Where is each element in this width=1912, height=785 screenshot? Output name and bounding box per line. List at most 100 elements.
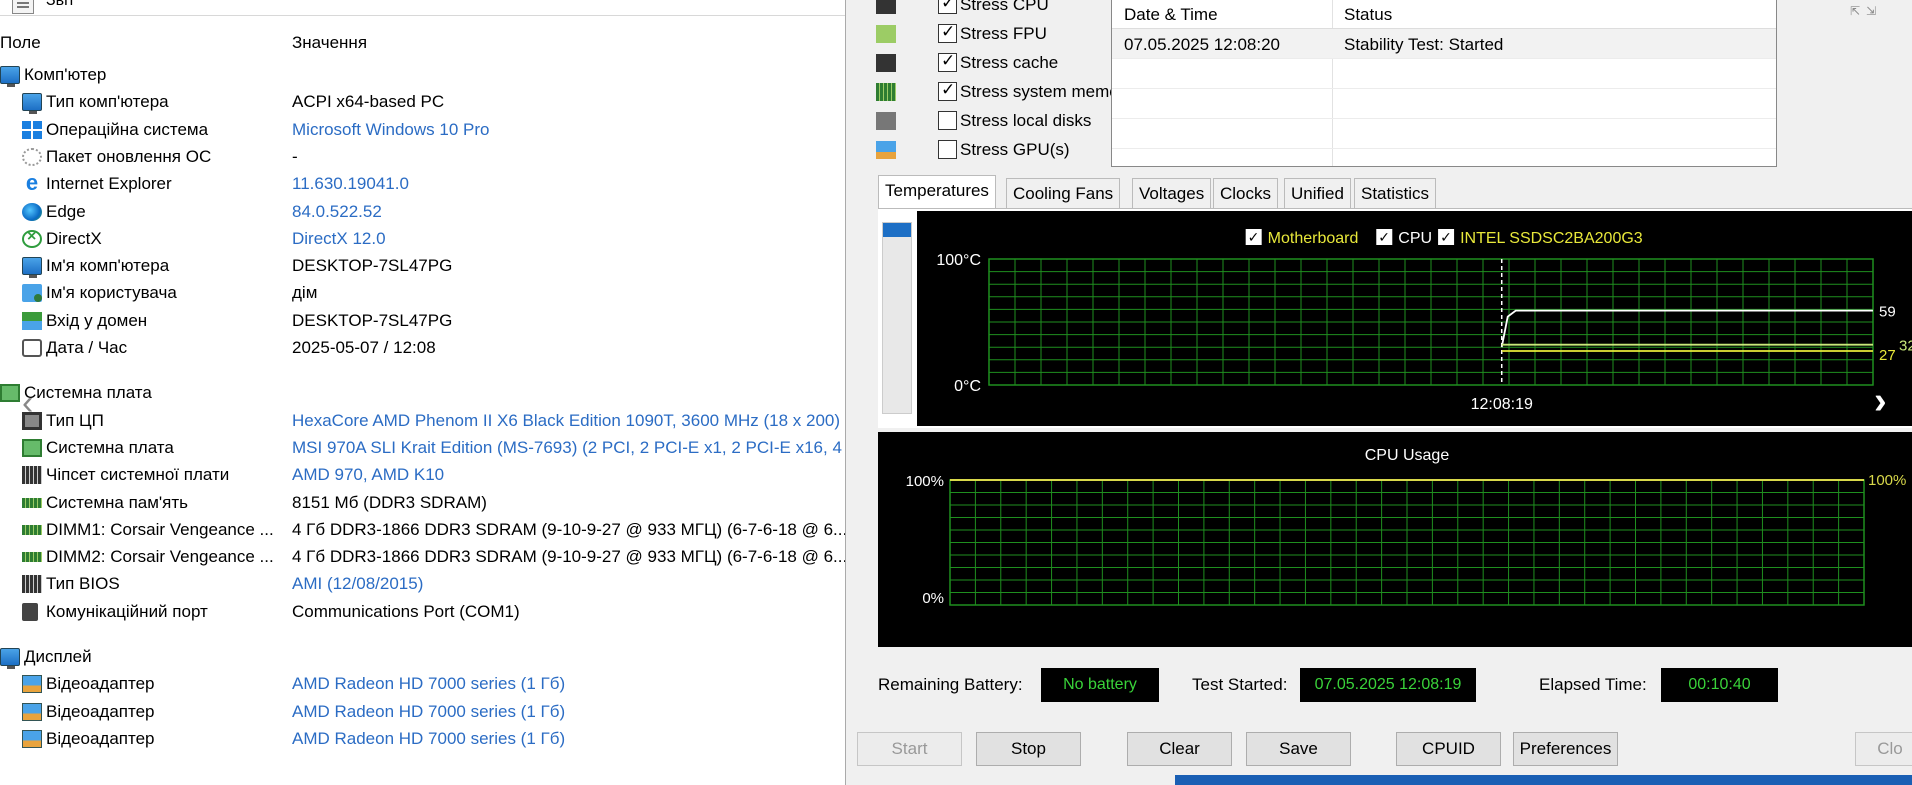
- stress-checkbox[interactable]: [938, 0, 957, 14]
- item-value[interactable]: AMD 970, AMD K10: [292, 465, 444, 485]
- tab-unified[interactable]: Unified: [1284, 178, 1351, 208]
- tree-item[interactable]: Edge 84.0.522.52: [0, 199, 845, 226]
- chart-title: CPU Usage: [1365, 447, 1450, 464]
- tab-voltages[interactable]: Voltages: [1132, 178, 1212, 208]
- taskbar-strip: [1175, 775, 1912, 785]
- report-toolbar-label[interactable]: Звіт: [46, 0, 75, 10]
- tree-item[interactable]: Системна пам'ять 8151 Мб (DDR3 SDRAM): [0, 490, 845, 517]
- stress-checkbox[interactable]: [938, 51, 957, 72]
- tree-item[interactable]: Відеоадаптер AMD Radeon HD 7000 series (1…: [0, 699, 845, 726]
- internet-explorer-icon: e: [25, 170, 39, 196]
- tree-item[interactable]: Вхід у домен DESKTOP-7SL47PG: [0, 308, 845, 335]
- log-datetime: 07.05.2025 12:08:20: [1124, 35, 1280, 54]
- column-header-field[interactable]: Поле: [0, 33, 41, 53]
- item-value: 8151 Мб (DDR3 SDRAM): [292, 492, 487, 512]
- tree-item[interactable]: Ім'я комп'ютера DESKTOP-7SL47PG: [0, 253, 845, 280]
- item-label: Системна плата: [46, 437, 174, 457]
- stop-button[interactable]: Stop: [976, 732, 1081, 766]
- preferences-button[interactable]: Preferences: [1513, 732, 1618, 766]
- temperature-chart: 100°C 0°C 12:08:19 ✓ Motherboard ✓ CPU ✓ INTEL S…: [917, 211, 1912, 426]
- monitor-icon: [0, 648, 20, 669]
- item-value[interactable]: AMD Radeon HD 7000 series (1 Гб): [292, 702, 565, 722]
- item-label: Тип ЦП: [46, 410, 104, 430]
- windows-icon: [22, 120, 42, 139]
- monitor-icon: [22, 257, 42, 279]
- save-button[interactable]: Save: [1246, 732, 1351, 766]
- log-col-status[interactable]: Status: [1344, 5, 1392, 25]
- item-value[interactable]: AMD Radeon HD 7000 series (1 Гб): [292, 674, 565, 694]
- motherboard-icon: [0, 384, 20, 403]
- stress-checkbox[interactable]: [938, 140, 957, 159]
- cpu-usage-chart-svg: CPU Usage 100% 0% 100%: [906, 447, 1907, 607]
- cache-icon: [876, 54, 896, 72]
- stress-option: Stress system memory: [876, 79, 1136, 105]
- tree-item[interactable]: Тип комп'ютера ACPI x64-based PC: [0, 89, 845, 116]
- tree-item[interactable]: Дата / Час 2025-05-07 / 12:08: [0, 335, 845, 362]
- chipset-icon: [22, 575, 42, 594]
- memory-icon: [22, 552, 42, 563]
- tree-item[interactable]: DirectX DirectX 12.0: [0, 226, 845, 253]
- item-value[interactable]: DirectX 12.0: [292, 229, 386, 249]
- log-col-datetime[interactable]: Date & Time: [1124, 5, 1218, 25]
- directx-icon: [22, 228, 42, 248]
- x-marker-label: 12:08:19: [1471, 396, 1533, 413]
- tree-item[interactable]: Системна плата MSI 970A SLI Krait Edition…: [0, 435, 845, 462]
- tab-clocks[interactable]: Clocks: [1213, 178, 1279, 208]
- log-row[interactable]: 07.05.2025 12:08:20 Stability Test: Star…: [1112, 29, 1776, 59]
- item-value[interactable]: 11.630.19041.0: [292, 174, 409, 194]
- tab-cooling-fans[interactable]: Cooling Fans: [1006, 178, 1121, 208]
- tree-item[interactable]: Тип BIOS AMI (12/08/2015): [0, 571, 845, 598]
- tree-item[interactable]: Чіпсет системної плати AMD 970, AMD K10: [0, 462, 845, 489]
- chevron-right-icon[interactable]: ›: [1874, 380, 1887, 423]
- tree-item[interactable]: DIMM2: Corsair Vengeance ... 4 Гб DDR3-18…: [0, 544, 845, 571]
- tree-item[interactable]: Тип ЦП HexaCore AMD Phenom II X6 Black Ed…: [0, 408, 845, 435]
- tree-category[interactable]: Системна плата: [0, 380, 845, 407]
- test-started-label: Test Started:: [1192, 675, 1288, 694]
- selected-sensor-item[interactable]: [883, 223, 911, 237]
- tree-item[interactable]: Операційна система Microsoft Windows 10 P…: [0, 117, 845, 144]
- log-status: Stability Test: Started: [1344, 35, 1504, 54]
- log-row-empty: [1112, 119, 1776, 149]
- close-button[interactable]: Clo: [1855, 732, 1912, 766]
- item-value[interactable]: Microsoft Windows 10 Pro: [292, 120, 489, 140]
- tree-item[interactable]: Відеоадаптер AMD Radeon HD 7000 series (1…: [0, 671, 845, 698]
- clear-button[interactable]: Clear: [1127, 732, 1232, 766]
- stress-checkbox[interactable]: [938, 80, 957, 101]
- tree-item[interactable]: Відеоадаптер AMD Radeon HD 7000 series (1…: [0, 726, 845, 753]
- y-tick-label: 0°C: [954, 378, 981, 395]
- item-value[interactable]: MSI 970A SLI Krait Edition (MS-7693) (2 …: [292, 438, 845, 458]
- cpuid-button[interactable]: CPUID: [1396, 732, 1501, 766]
- log-row-empty: [1112, 59, 1776, 89]
- legend-check-mark: ✓: [1248, 230, 1260, 246]
- start-button[interactable]: Start: [857, 732, 962, 766]
- report-icon[interactable]: [12, 0, 34, 14]
- chevron-left-icon[interactable]: ‹: [22, 384, 33, 423]
- sensor-select-list[interactable]: [882, 222, 912, 414]
- stress-checkbox[interactable]: [938, 22, 957, 43]
- stress-option: Stress cache: [876, 50, 1136, 76]
- tree-category[interactable]: Дисплей: [0, 644, 845, 671]
- tree-item[interactable]: Ім'я користувача дім: [0, 280, 845, 307]
- tree-item[interactable]: e Internet Explorer 11.630.19041.0: [0, 171, 845, 198]
- item-label: Дисплей: [24, 647, 92, 666]
- item-value[interactable]: HexaCore AMD Phenom II X6 Black Edition …: [292, 411, 840, 431]
- item-label: Ім'я комп'ютера: [46, 256, 170, 276]
- memory-icon: [22, 497, 42, 508]
- item-value[interactable]: AMI (12/08/2015): [292, 574, 423, 594]
- tree-item[interactable]: Комунікаційний порт Communications Port (…: [0, 599, 845, 626]
- tab-temperatures[interactable]: Temperatures: [878, 175, 996, 209]
- tree-item[interactable]: DIMM1: Corsair Vengeance ... 4 Гб DDR3-18…: [0, 517, 845, 544]
- report-toolbar: Звіт: [0, 0, 845, 16]
- item-label: Відеоадаптер: [46, 701, 155, 721]
- column-header-value[interactable]: Значення: [292, 33, 367, 53]
- item-value[interactable]: 84.0.522.52: [292, 202, 382, 222]
- cpu-icon: [876, 0, 896, 14]
- item-value[interactable]: AMD Radeon HD 7000 series (1 Гб): [292, 729, 565, 749]
- stress-checkbox[interactable]: [938, 111, 957, 130]
- tab-statistics[interactable]: Statistics: [1354, 178, 1437, 208]
- log-row-empty: [1112, 89, 1776, 119]
- tree-category[interactable]: Комп'ютер: [0, 62, 845, 89]
- item-label: Комп'ютер: [24, 65, 107, 84]
- item-label: Відеоадаптер: [46, 674, 155, 694]
- tree-item[interactable]: Пакет оновлення ОС -: [0, 144, 845, 171]
